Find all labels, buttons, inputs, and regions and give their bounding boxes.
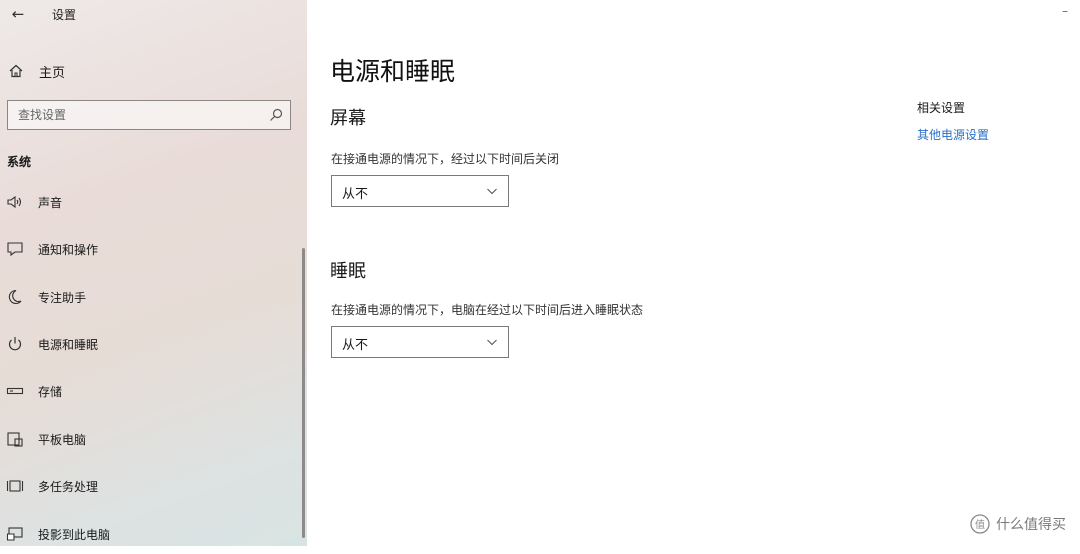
notification-icon [7,242,23,257]
watermark-logo-glyph: 值 [975,518,985,531]
sidebar-item-sound[interactable]: 声音 [0,182,300,222]
watermark-logo-icon: 值 [970,514,990,534]
chevron-down-icon [487,188,497,195]
power-icon [8,337,22,351]
sidebar-item-label: 专注助手 [38,291,87,305]
multitask-icon [6,480,24,492]
speaker-icon [7,195,22,209]
app-title: 设置 [52,8,77,22]
sidebar-item-label: 存储 [38,385,63,399]
sidebar-scrollbar[interactable] [302,248,305,538]
sidebar-item-home[interactable]: 主页 [0,56,300,86]
sidebar-item-label: 电源和睡眠 [38,338,99,352]
sleep-heading: 睡眠 [330,261,366,282]
moon-icon [8,289,22,305]
title-bar: ← 设置 [0,0,307,30]
search-icon[interactable] [268,107,284,123]
additional-power-settings-link[interactable]: 其他电源设置 [917,126,989,143]
sidebar-item-label: 投影到此电脑 [38,528,111,542]
dropdown-value: 从不 [342,187,369,202]
back-arrow-icon: ← [11,5,25,23]
project-icon [6,527,23,541]
watermark: 值 什么值得买 [970,512,1066,536]
main-content: – 电源和睡眠 屏幕 在接通电源的情况下，经过以下时间后关闭 从不 睡眠 在接通… [307,0,1080,546]
search-box[interactable] [7,100,291,130]
screen-heading: 屏幕 [330,108,366,129]
storage-icon [6,387,24,395]
minimize-button[interactable]: – [1062,4,1068,18]
sidebar-item-label: 通知和操作 [38,243,99,257]
section-label: 系统 [7,155,32,169]
sidebar-item-power-sleep[interactable]: 电源和睡眠 [0,324,300,364]
search-input[interactable] [8,101,268,129]
sleep-description: 在接通电源的情况下，电脑在经过以下时间后进入睡眠状态 [331,303,644,317]
sidebar-item-label: 主页 [39,66,66,81]
screen-description: 在接通电源的情况下，经过以下时间后关闭 [331,152,560,166]
dropdown-value: 从不 [342,338,369,353]
sidebar-item-label: 多任务处理 [38,480,99,494]
related-settings-title: 相关设置 [917,101,966,115]
home-icon [9,64,23,78]
screen-timeout-dropdown[interactable]: 从不 [331,175,509,207]
sidebar-item-label: 平板电脑 [38,433,87,447]
page-title: 电源和睡眠 [330,57,456,86]
watermark-text: 什么值得买 [996,517,1066,533]
sidebar-item-notifications[interactable]: 通知和操作 [0,229,300,269]
sidebar-item-tablet[interactable]: 平板电脑 [0,419,300,459]
sidebar-item-multitasking[interactable]: 多任务处理 [0,466,300,506]
tablet-icon [7,432,23,447]
back-button[interactable]: ← [8,4,28,24]
sidebar-item-focus-assist[interactable]: 专注助手 [0,277,300,317]
sidebar-item-project[interactable]: 投影到此电脑 [0,514,300,554]
chevron-down-icon [487,339,497,346]
sidebar: ← 设置 主页 系统 声音 通知和操作 [0,0,307,546]
sidebar-item-label: 声音 [38,196,63,210]
sleep-timeout-dropdown[interactable]: 从不 [331,326,509,358]
sidebar-item-storage[interactable]: 存储 [0,371,300,411]
